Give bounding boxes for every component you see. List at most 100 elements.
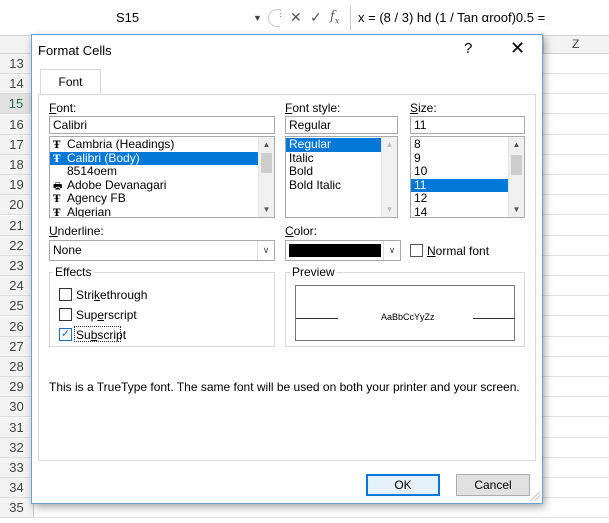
formula-bar: S15 ▼ ⋮ ✕ ✓ fx x = (8 / 3) hd (1 / Tan α… (0, 0, 609, 36)
size-item[interactable]: 10 (411, 164, 509, 179)
chevron-down-icon[interactable]: ▼ (253, 13, 262, 23)
strikethrough-label[interactable]: Strikethrough (76, 288, 147, 302)
scroll-thumb[interactable] (511, 155, 522, 175)
help-button[interactable]: ? (464, 40, 472, 57)
scroll-down-icon[interactable]: ▼ (509, 202, 524, 217)
scroll-up-icon[interactable]: ▲ (509, 137, 524, 152)
scroll-down-icon[interactable]: ▼ (259, 202, 274, 217)
strikethrough-checkbox[interactable] (59, 288, 72, 301)
truetype-icon: Ŧ (53, 207, 61, 218)
formula-input[interactable]: x = (8 / 3) hd (1 / Tan αroof)0.5 = (358, 10, 545, 25)
formula-divider (350, 6, 351, 30)
size-input[interactable]: 11 (410, 116, 525, 134)
row-header[interactable]: 34 (0, 478, 34, 499)
name-box-value[interactable]: S15 (116, 10, 139, 25)
row-header[interactable]: 20 (0, 195, 34, 216)
preview-baseline (296, 318, 338, 319)
font-style-item[interactable]: Italic (286, 151, 382, 166)
font-list-item[interactable]: 🖶 Adobe Devanagari (50, 177, 259, 193)
row-header[interactable]: 14 (0, 74, 34, 95)
name-box[interactable]: S15 ▼ (0, 8, 262, 28)
color-picker[interactable]: ∨ (285, 240, 401, 261)
truetype-icon: Ŧ (53, 194, 61, 205)
row-header[interactable]: 29 (0, 377, 34, 398)
font-name: Calibri (Body) (67, 150, 140, 165)
font-listbox[interactable]: Ŧ Cambria (Headings) Ŧ Calibri (Body) 8514oe… (49, 136, 275, 218)
size-item[interactable]: 11 (411, 178, 509, 192)
scroll-down-icon[interactable]: ▼ (382, 202, 397, 217)
row-header[interactable]: 23 (0, 256, 34, 276)
row-header[interactable]: 13 (0, 54, 34, 74)
row-header[interactable]: 33 (0, 458, 34, 478)
font-style-label-text: ont style: (292, 101, 341, 115)
font-input[interactable]: Calibri (49, 116, 275, 134)
row-header[interactable]: 26 (0, 316, 34, 337)
scroll-thumb[interactable] (261, 153, 272, 173)
effects-label: Effects (53, 265, 94, 279)
enter-icon[interactable]: ✓ (310, 9, 322, 26)
insert-function-icon[interactable]: fx (330, 9, 339, 26)
font-style-item[interactable]: Bold (286, 164, 382, 179)
subscript-checkbox[interactable]: ✓ (59, 328, 72, 341)
resize-grip-icon[interactable] (530, 491, 540, 501)
row-header[interactable]: 16 (0, 114, 34, 135)
ok-button[interactable]: OK (366, 474, 440, 496)
dialog-title: Format Cells (38, 43, 112, 58)
font-list-scrollbar[interactable]: ▲ ▼ (258, 137, 274, 217)
normal-font-label[interactable]: Normal font (427, 244, 489, 258)
font-style-item[interactable]: Bold Italic (286, 178, 382, 193)
size-listbox[interactable]: 8 9 10 11 12 14 ▲ ▼ (410, 136, 525, 218)
row-header[interactable]: 15 (0, 94, 34, 115)
underline-select[interactable]: None ∨ (49, 240, 275, 261)
row-header[interactable]: 25 (0, 296, 34, 317)
size-item[interactable]: 8 (411, 137, 509, 152)
font-style-input[interactable]: Regular (285, 116, 398, 134)
row-header[interactable]: 24 (0, 276, 34, 297)
row-header[interactable]: 28 (0, 357, 34, 377)
font-name: 8514oem (67, 164, 118, 178)
scroll-up-icon[interactable]: ▲ (382, 137, 397, 152)
row-header[interactable]: 22 (0, 235, 34, 256)
close-button[interactable]: ✕ (510, 38, 525, 59)
superscript-label[interactable]: Superscript (76, 308, 137, 322)
chevron-down-icon[interactable]: ∨ (383, 241, 400, 260)
size-item[interactable]: 12 (411, 191, 509, 206)
row-header[interactable]: 32 (0, 437, 34, 458)
row-header[interactable]: 21 (0, 215, 34, 236)
scroll-up-icon[interactable]: ▲ (259, 137, 274, 152)
size-item[interactable]: 9 (411, 151, 509, 166)
column-divider (543, 36, 544, 54)
cancel-button[interactable]: Cancel (456, 474, 530, 496)
tab-font[interactable]: Font (40, 69, 101, 95)
row-header[interactable]: 17 (0, 134, 34, 155)
normal-font-checkbox[interactable] (410, 244, 423, 257)
size-scrollbar[interactable]: ▲ ▼ (508, 137, 524, 217)
font-label-text: ont: (56, 101, 77, 115)
font-name: Adobe Devanagari (67, 177, 167, 192)
font-list-item[interactable]: Ŧ Agency FB (50, 191, 259, 206)
font-style-listbox[interactable]: Regular Italic Bold Bold Italic ▲ ▼ (285, 136, 398, 218)
font-name: Cambria (Headings) (67, 137, 175, 151)
font-list-item[interactable]: 8514oem (50, 164, 259, 179)
font-style-label: Font style: (285, 101, 341, 115)
row-header[interactable]: 30 (0, 397, 34, 418)
row-header[interactable]: 35 (0, 498, 34, 519)
row-header[interactable]: 27 (0, 336, 34, 357)
row-header[interactable]: 18 (0, 155, 34, 175)
row-header[interactable]: 31 (0, 417, 34, 438)
underline-label-text: nderline: (57, 224, 104, 238)
chevron-down-icon[interactable]: ∨ (257, 241, 274, 260)
font-list-item[interactable]: Ŧ Cambria (Headings) (50, 137, 259, 152)
grid-line (34, 517, 609, 519)
size-item[interactable]: 14 (411, 205, 509, 217)
font-style-scrollbar[interactable]: ▲ ▼ (381, 137, 397, 217)
subscript-label[interactable]: Subscript (76, 328, 126, 342)
font-list-item[interactable]: Ŧ Calibri (Body) (50, 150, 259, 165)
font-list-item[interactable]: Ŧ Algerian (50, 205, 259, 218)
row-header[interactable]: 19 (0, 175, 34, 196)
cancel-icon[interactable]: ✕ (290, 9, 302, 26)
underline-label: Underline: (49, 224, 104, 238)
font-style-item[interactable]: Regular (286, 137, 382, 152)
column-header-z[interactable]: Z (572, 37, 579, 51)
superscript-checkbox[interactable] (59, 308, 72, 321)
